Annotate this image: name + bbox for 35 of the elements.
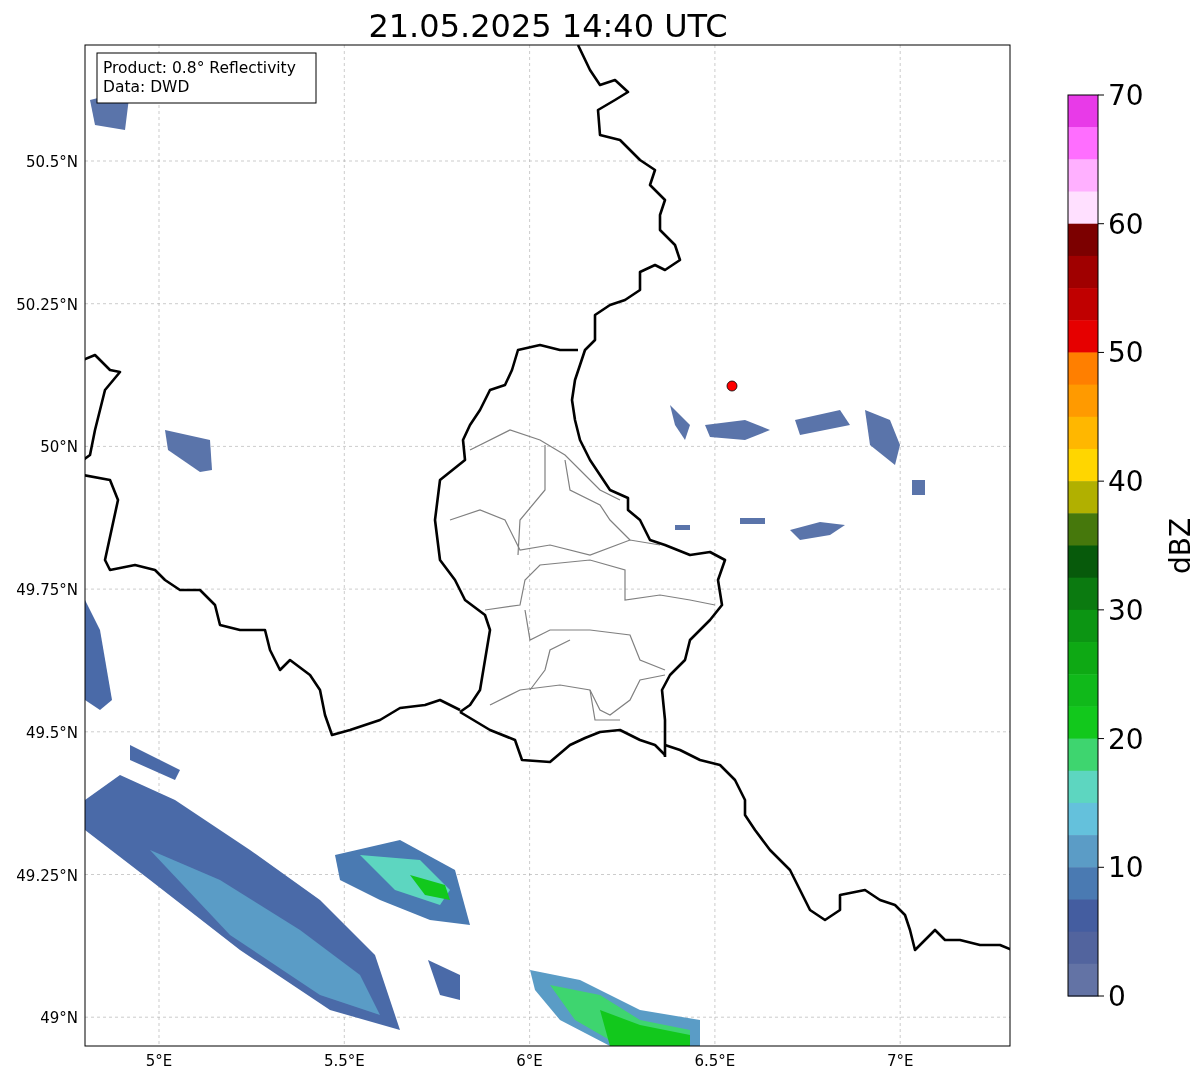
radar-echo	[740, 518, 765, 524]
radar-echo	[428, 960, 460, 1000]
radar-echo	[865, 410, 900, 465]
latitude-label: 50°N	[40, 438, 78, 457]
latitude-label: 50.5°N	[25, 153, 78, 171]
longitude-label: 5.5°E	[323, 1052, 365, 1070]
colorbar-tick-label: 10	[1108, 851, 1144, 885]
radar-echo	[675, 525, 690, 530]
colorbar-tick-label: 60	[1108, 207, 1144, 241]
colorbar-tick-label: 40	[1108, 465, 1144, 499]
longitude-label: 6°E	[516, 1052, 543, 1070]
latitude-label: 49.5°N	[25, 723, 78, 742]
longitude-label: 7°E	[886, 1052, 914, 1070]
latitude-label: 49.25°N	[16, 866, 78, 885]
colorbar-tick-label: 20	[1108, 722, 1144, 756]
colorbar-tick-label: 0	[1108, 980, 1126, 1013]
latitude-label: 50.25°N	[16, 295, 78, 314]
longitude-label: 5°E	[145, 1052, 173, 1070]
radar-echo	[790, 522, 845, 540]
chart-title: 21.05.2025 14:40 UTC	[368, 7, 728, 45]
radar-echo	[165, 430, 212, 472]
colorbar-tick-label: 50	[1108, 336, 1144, 370]
radar-echo	[670, 405, 690, 440]
colorbar-tick-label: 30	[1108, 593, 1144, 627]
radar-site-marker	[726, 380, 738, 392]
longitude-label: 6.5°E	[694, 1052, 736, 1070]
colorbar-label: dBZ	[1164, 517, 1197, 575]
radar-echo	[795, 410, 850, 435]
colorbar-tick-label: 70	[1108, 79, 1144, 112]
info-text: Data: DWD	[103, 78, 190, 96]
latitude-label: 49°N	[40, 1009, 78, 1028]
radar-echo	[912, 480, 925, 495]
info-text: Product: 0.8° Reflectivity	[103, 59, 296, 77]
radar-echo	[705, 420, 770, 440]
latitude-label: 49.75°N	[16, 581, 78, 600]
